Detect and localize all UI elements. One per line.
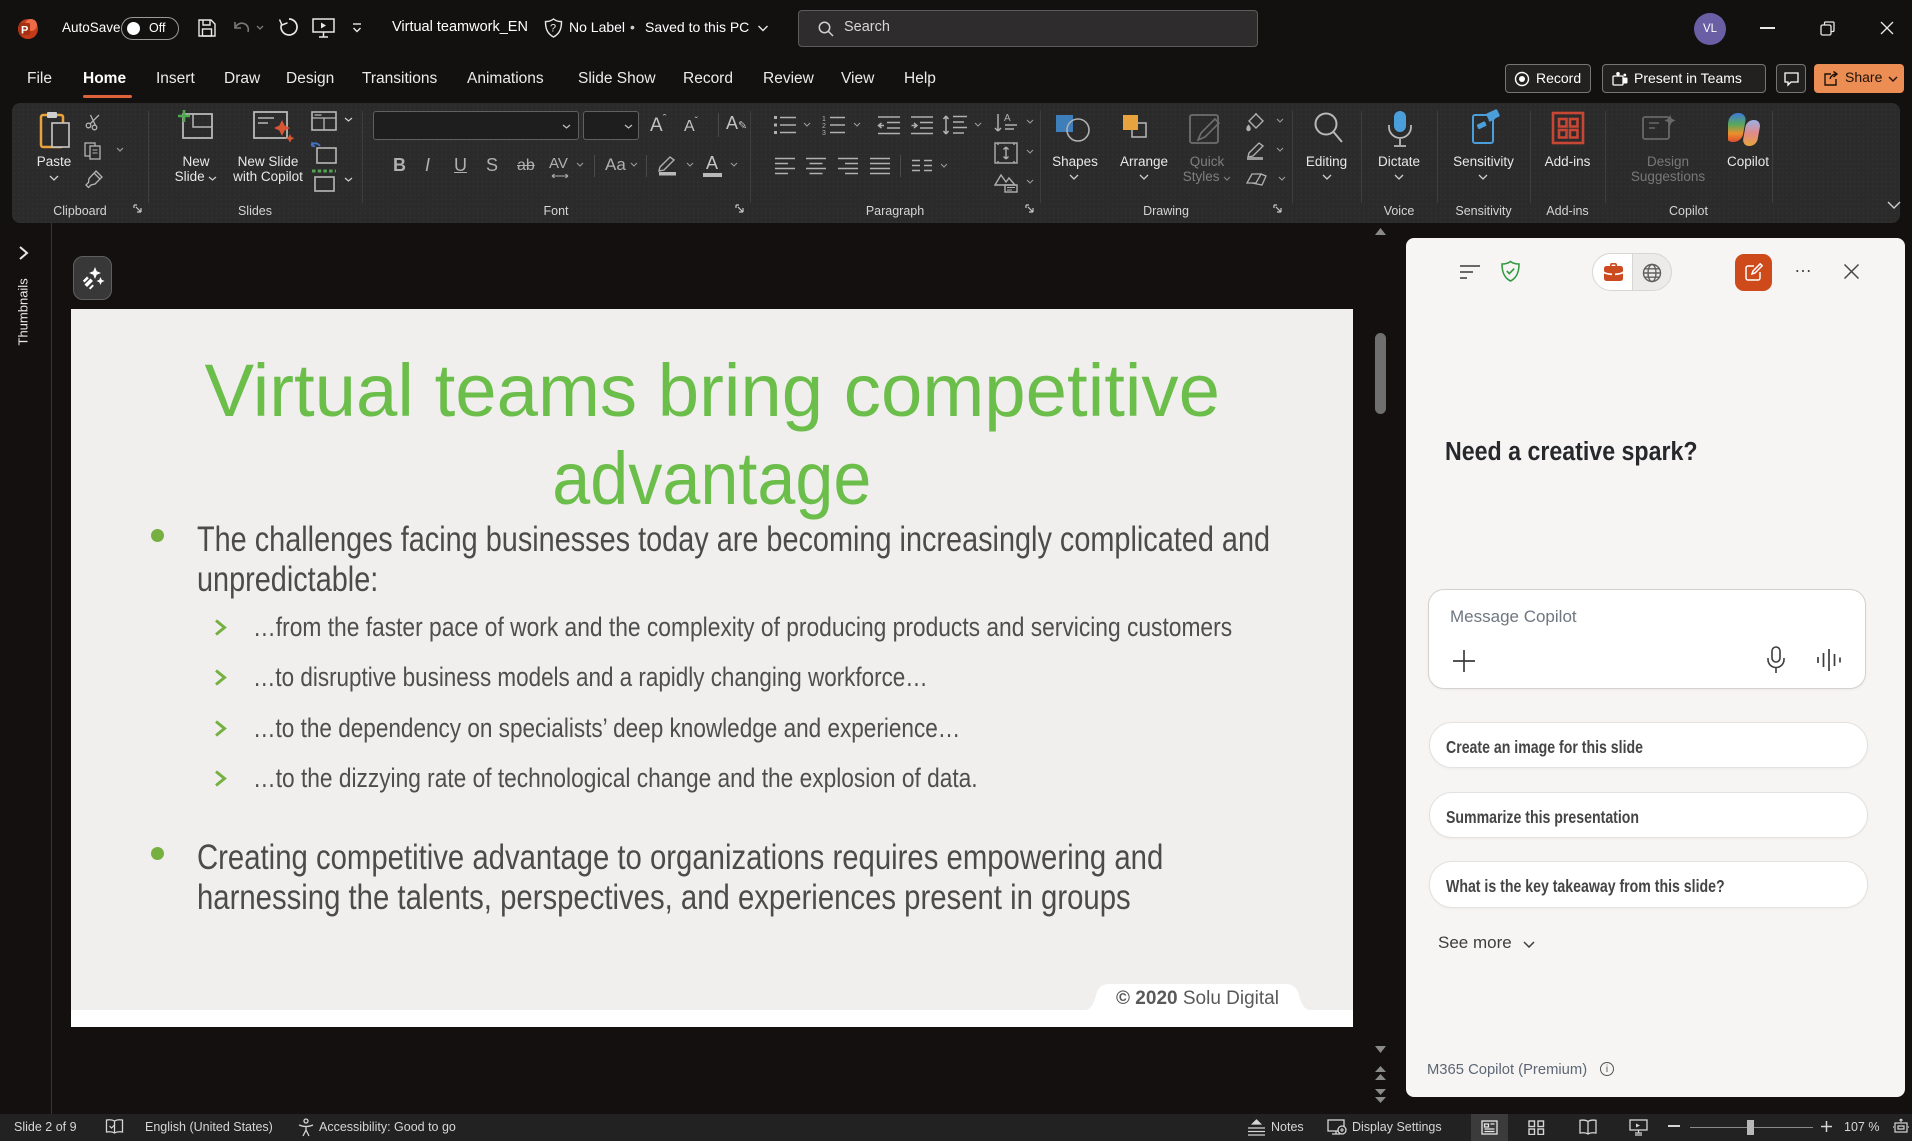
svg-text:2: 2 (822, 123, 826, 130)
svg-text:3: 3 (822, 130, 826, 135)
svg-text:?: ? (550, 23, 556, 35)
svg-text:P: P (21, 25, 28, 37)
svg-text:A: A (1004, 113, 1011, 124)
svg-text:1: 1 (822, 116, 826, 123)
